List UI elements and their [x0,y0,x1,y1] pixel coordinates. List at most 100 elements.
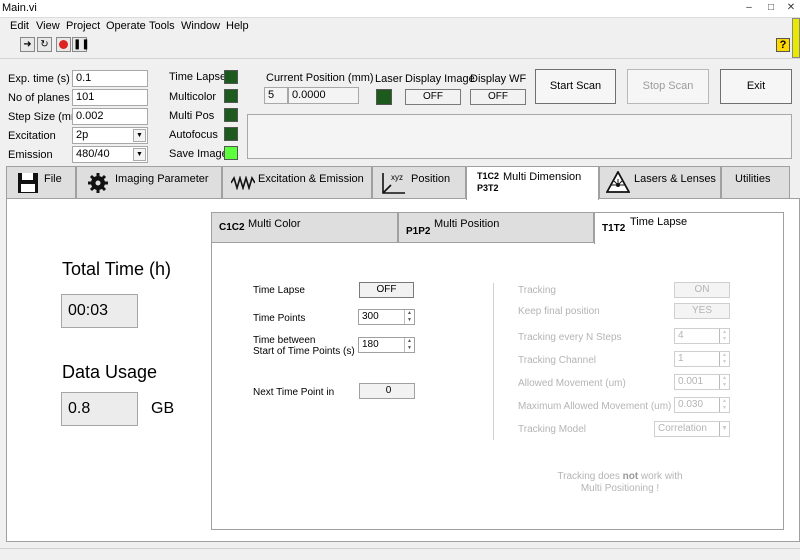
step-size-field[interactable]: 0.002 [72,108,148,125]
toolbar-divider [0,58,800,59]
laser-label: Laser [375,73,403,85]
title-bar: Main.vi – □ ✕ [0,0,800,18]
exit-button[interactable]: Exit [720,69,792,104]
menu-edit[interactable]: Edit [10,20,29,32]
multicolor-led [224,89,238,103]
time-between-label-2: Start of Time Points (s) [253,346,355,357]
time-lapse-toggle[interactable]: OFF [359,282,414,298]
chevron-down-icon[interactable]: ▼ [719,422,729,436]
tracking-channel-input[interactable]: 1 ▲ ▼ [674,351,730,367]
exp-time-field[interactable]: 0.1 [72,70,148,87]
menu-window[interactable]: Window [181,20,220,32]
tab-lasers-lenses[interactable]: Lasers & Lenses [599,166,721,199]
tab-label: Lasers & Lenses [634,173,716,185]
tracking-note-post: work with [638,471,683,482]
keep-position-label: Keep final position [518,306,600,317]
time-points-label: Time Points [253,313,306,324]
save-image-led [224,146,238,160]
position-label: Current Position (mm) [266,72,374,84]
time-points-value: 300 [362,311,379,322]
keep-position-toggle[interactable]: YES [674,303,730,319]
next-time-point-value: 0 [359,383,415,399]
tab-multi-dimension[interactable]: T1C2 P3T2 Multi Dimension [466,166,599,200]
data-usage-label: Data Usage [62,362,158,382]
subtab-label: Multi Position [434,218,500,230]
tracking-note-pre: Tracking does [557,471,623,482]
tracking-model-select[interactable]: Correlation ▼ [654,421,730,437]
pause-icon[interactable]: ❚❚ [72,37,90,52]
emission-label: Emission [8,149,53,161]
time-points-input[interactable]: 300 ▲ ▼ [358,309,415,325]
axes-icon-text: xyz [391,173,403,182]
spinner-icon[interactable]: ▲ ▼ [719,398,729,412]
menu-tools[interactable]: Tools [149,20,175,32]
spinner-icon[interactable]: ▲ ▼ [719,352,729,366]
no-planes-field[interactable]: 101 [72,89,148,106]
no-planes-label: No of planes [8,92,70,104]
menu-bar: Edit View Project Operate Tools Window H… [0,18,800,36]
start-scan-button[interactable]: Start Scan [535,69,616,104]
position-index: 5 [264,87,288,104]
allowed-movement-input[interactable]: 0.001 ▲ ▼ [674,374,730,390]
menu-view[interactable]: View [36,20,60,32]
status-display [247,114,792,159]
floppy-disk-icon [18,173,38,193]
display-wf-toggle[interactable]: OFF [470,89,526,105]
emission-select[interactable]: 480/40 ▼ [72,146,148,163]
multi-pos-led [224,108,238,122]
spinner-icon[interactable]: ▲ ▼ [719,375,729,389]
chevron-down-icon[interactable]: ▼ [133,129,146,142]
max-movement-input[interactable]: 0.030 ▲ ▼ [674,397,730,413]
indicator-label-multi-pos: Multi Pos [169,110,215,122]
position-value: 0.0000 [288,87,359,104]
subtab-multi-color[interactable]: C1C2 Multi Color [211,212,398,243]
subtab-label: Multi Color [248,218,301,230]
tab-utilities[interactable]: Utilities [721,166,790,199]
tab-label: File [44,173,62,185]
run-arrow-icon[interactable]: ➜ [20,37,35,52]
tracking-label: Tracking [518,285,556,296]
indicator-label-save-image: Save Image [169,148,228,160]
tracking-every-input[interactable]: 4 ▲ ▼ [674,328,730,344]
vertical-divider [493,283,494,440]
tracking-note: Tracking does not work with Multi Positi… [520,471,720,495]
max-movement-value: 0.030 [678,399,704,410]
excitation-value: 2p [76,129,89,141]
close-icon[interactable]: ✕ [780,1,800,15]
tab-imaging-parameter[interactable]: Imaging Parameter [76,166,222,199]
spinner-icon[interactable]: ▲ ▼ [404,338,414,352]
display-wf-label: Display WF [470,73,527,85]
display-image-toggle[interactable]: OFF [405,89,461,105]
total-time-value: 00:03 [61,294,138,328]
laser-led [376,89,392,105]
help-icon[interactable]: ? [776,38,790,52]
subtab-time-lapse[interactable]: T1T2 Time Lapse [594,212,784,244]
tab-label: Utilities [735,173,771,185]
minimize-icon[interactable]: – [738,1,760,15]
subtab-multi-position[interactable]: P1P2 Multi Position [398,212,594,243]
excitation-label: Excitation [8,130,56,142]
laser-warning-icon [606,171,630,193]
spinner-icon[interactable]: ▲ ▼ [404,310,414,324]
tracking-note-bold: not [622,471,639,482]
stop-scan-button[interactable]: Stop Scan [627,69,709,104]
abort-icon[interactable] [56,37,71,52]
menu-project[interactable]: Project [66,20,100,32]
tab-position[interactable]: xyz Position [372,166,466,199]
menu-help[interactable]: Help [226,20,249,32]
subtab-prefix: C1C2 [219,222,245,233]
time-between-input[interactable]: 180 ▲ ▼ [358,337,415,353]
tracking-every-label: Tracking every N Steps [518,332,622,343]
chevron-down-icon[interactable]: ▼ [133,148,146,161]
tracking-model-value: Correlation [658,423,707,434]
tracking-toggle[interactable]: ON [674,282,730,298]
tracking-every-value: 4 [678,330,684,341]
tab-excitation-emission[interactable]: Excitation & Emission [222,166,372,199]
tab-file[interactable]: File [6,166,76,199]
excitation-select[interactable]: 2p ▼ [72,127,148,144]
indicator-label-autofocus: Autofocus [169,129,218,141]
maximize-icon[interactable]: □ [760,1,782,15]
spinner-icon[interactable]: ▲ ▼ [719,329,729,343]
menu-operate[interactable]: Operate [106,20,146,32]
run-continuous-icon[interactable]: ↻ [37,37,52,52]
